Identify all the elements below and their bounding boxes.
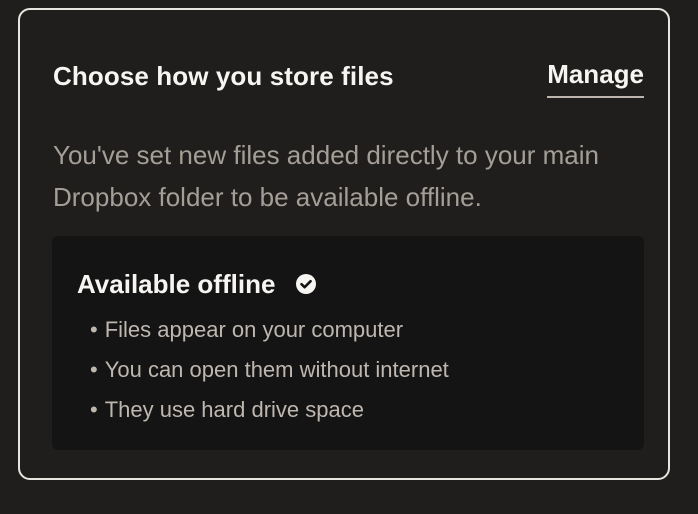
check-circle-icon <box>295 273 317 295</box>
card-header: Choose how you store files Manage <box>53 58 644 102</box>
list-item: • They use hard drive space <box>90 397 364 422</box>
available-offline-panel: Available offline • Files appear on your … <box>52 236 644 450</box>
offline-title: Available offline <box>77 269 276 299</box>
manage-link[interactable]: Manage <box>547 56 644 98</box>
list-item: • Files appear on your computer <box>90 317 404 342</box>
card-title: Choose how you store files <box>53 61 394 91</box>
card-description: You've set new files added directly to y… <box>53 140 599 212</box>
storage-settings-card: Choose how you store files Manage You've… <box>18 8 670 480</box>
offline-benefits-list: • Files appear on your computer • You can … <box>90 310 449 430</box>
list-item-text: You can open them without internet <box>104 357 449 382</box>
offline-title-row: Available offline <box>77 266 317 302</box>
list-item-text: Files appear on your computer <box>104 317 404 342</box>
list-item: • You can open them without internet <box>90 357 449 382</box>
list-item-text: They use hard drive space <box>104 397 364 422</box>
